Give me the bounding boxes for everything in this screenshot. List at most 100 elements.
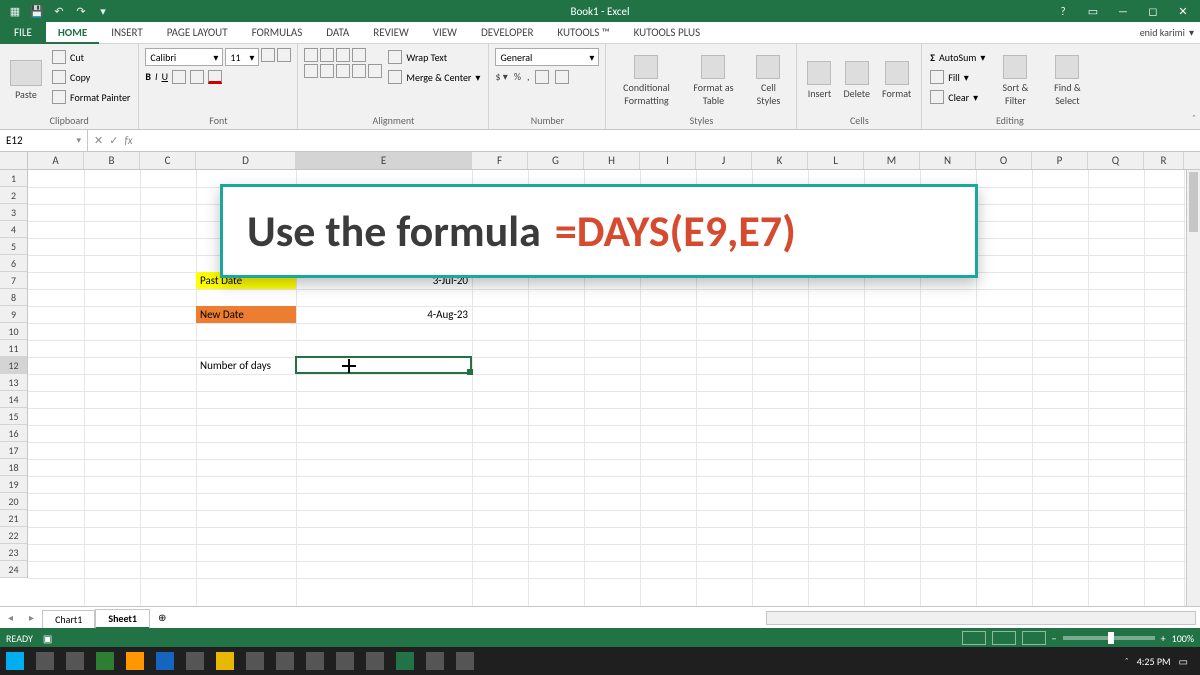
- new-sheet-icon[interactable]: ⊕: [150, 611, 174, 624]
- fx-icon[interactable]: fx: [124, 134, 132, 147]
- row-header-18[interactable]: 18: [0, 459, 27, 476]
- number-format-combo[interactable]: General▾: [495, 48, 599, 66]
- col-header-r[interactable]: R: [1144, 152, 1184, 169]
- autosum-button[interactable]: ΣAutoSum ▾: [928, 48, 987, 66]
- cancel-formula-icon[interactable]: ✕: [94, 134, 103, 147]
- col-header-b[interactable]: B: [84, 152, 140, 169]
- col-header-m[interactable]: M: [864, 152, 920, 169]
- format-painter-button[interactable]: Format Painter: [50, 88, 132, 106]
- taskbar-app-icon[interactable]: [426, 652, 444, 670]
- underline-button[interactable]: U: [162, 70, 168, 84]
- col-header-q[interactable]: Q: [1088, 152, 1144, 169]
- row-header-13[interactable]: 13: [0, 374, 27, 391]
- increase-indent-icon[interactable]: [368, 64, 382, 78]
- tab-kutools-plus[interactable]: KUTOOLS PLUS: [622, 22, 713, 44]
- row-header-7[interactable]: 7: [0, 272, 27, 289]
- sheet-nav-prev-icon[interactable]: ◂: [0, 611, 21, 624]
- align-center-icon[interactable]: [320, 64, 334, 78]
- row-header-9[interactable]: 9: [0, 306, 27, 323]
- taskbar-app-icon[interactable]: [366, 652, 384, 670]
- row-header-16[interactable]: 16: [0, 425, 27, 442]
- collapse-ribbon-icon[interactable]: ˆ: [1192, 112, 1196, 125]
- cell-d9[interactable]: New Date: [196, 306, 296, 323]
- ribbon-display-icon[interactable]: ▭: [1082, 5, 1104, 18]
- taskbar-app-icon[interactable]: [186, 652, 204, 670]
- shrink-font-icon[interactable]: [277, 48, 291, 62]
- align-left-icon[interactable]: [304, 64, 318, 78]
- row-header-20[interactable]: 20: [0, 493, 27, 510]
- col-header-k[interactable]: K: [752, 152, 808, 169]
- zoom-out-icon[interactable]: −: [1052, 632, 1057, 645]
- font-color-icon[interactable]: [208, 70, 222, 84]
- row-header-12[interactable]: 12: [0, 357, 27, 374]
- start-button-icon[interactable]: [6, 652, 24, 670]
- font-name-combo[interactable]: Calibri▾: [145, 48, 223, 66]
- file-explorer-icon[interactable]: [216, 652, 234, 670]
- taskbar-app-icon[interactable]: [456, 652, 474, 670]
- vertical-scrollbar[interactable]: [1186, 170, 1200, 606]
- italic-button[interactable]: I: [155, 70, 158, 84]
- row-header-22[interactable]: 22: [0, 527, 27, 544]
- col-header-i[interactable]: I: [640, 152, 696, 169]
- row-header-1[interactable]: 1: [0, 170, 27, 187]
- sheet-tab-chart1[interactable]: Chart1: [42, 610, 95, 628]
- increase-decimal-icon[interactable]: [535, 70, 549, 84]
- normal-view-icon[interactable]: [962, 631, 986, 645]
- row-header-23[interactable]: 23: [0, 544, 27, 561]
- row-header-21[interactable]: 21: [0, 510, 27, 527]
- col-header-p[interactable]: P: [1032, 152, 1088, 169]
- taskbar-app-icon[interactable]: [336, 652, 354, 670]
- fill-handle[interactable]: [467, 369, 473, 375]
- align-middle-icon[interactable]: [320, 48, 334, 62]
- close-icon[interactable]: ✕: [1172, 5, 1194, 18]
- font-size-combo[interactable]: 11▾: [225, 48, 259, 66]
- col-header-c[interactable]: C: [140, 152, 196, 169]
- row-header-6[interactable]: 6: [0, 255, 27, 272]
- accounting-button[interactable]: $ ▾: [495, 70, 507, 84]
- taskbar-app-icon[interactable]: [276, 652, 294, 670]
- row-header-15[interactable]: 15: [0, 408, 27, 425]
- sheet-tab-sheet1[interactable]: Sheet1: [95, 609, 150, 629]
- notifications-icon[interactable]: ▭: [1179, 655, 1188, 668]
- merge-center-button[interactable]: Merge & Center ▾: [386, 68, 482, 86]
- row-header-2[interactable]: 2: [0, 187, 27, 204]
- qat-more-icon[interactable]: ▾: [94, 3, 112, 19]
- zoom-slider[interactable]: [1063, 636, 1155, 640]
- select-all-corner[interactable]: [0, 152, 28, 169]
- fill-color-icon[interactable]: [190, 70, 204, 84]
- copy-button[interactable]: Copy: [50, 68, 132, 86]
- row-header-5[interactable]: 5: [0, 238, 27, 255]
- col-header-h[interactable]: H: [584, 152, 640, 169]
- page-break-view-icon[interactable]: [1022, 631, 1046, 645]
- maximize-icon[interactable]: ◻: [1142, 5, 1164, 18]
- save-icon[interactable]: 💾: [28, 3, 46, 19]
- help-icon[interactable]: ?: [1052, 5, 1074, 18]
- tab-file[interactable]: FILE: [0, 22, 46, 44]
- macro-record-icon[interactable]: ▣: [43, 632, 52, 645]
- col-header-d[interactable]: D: [196, 152, 296, 169]
- bold-button[interactable]: B: [145, 70, 151, 84]
- col-header-e[interactable]: E: [296, 152, 472, 169]
- zoom-thumb[interactable]: [1108, 632, 1114, 644]
- row-header-17[interactable]: 17: [0, 442, 27, 459]
- align-right-icon[interactable]: [336, 64, 350, 78]
- row-header-14[interactable]: 14: [0, 391, 27, 408]
- align-bottom-icon[interactable]: [336, 48, 350, 62]
- taskbar-app-icon[interactable]: [246, 652, 264, 670]
- tab-home[interactable]: HOME: [46, 22, 99, 44]
- account-name[interactable]: enid karimi ▾: [1140, 26, 1200, 39]
- row-header-4[interactable]: 4: [0, 221, 27, 238]
- taskbar-app-icon[interactable]: [126, 652, 144, 670]
- cell-e9[interactable]: 4-Aug-23: [296, 306, 472, 323]
- system-tray[interactable]: ˆ 4:25 PM ▭: [1125, 655, 1194, 668]
- paste-button[interactable]: Paste: [6, 48, 46, 113]
- tab-view[interactable]: VIEW: [421, 22, 469, 44]
- redo-icon[interactable]: ↷: [72, 3, 90, 19]
- fill-button[interactable]: Fill ▾: [928, 68, 987, 86]
- name-box[interactable]: E12▾: [0, 130, 88, 151]
- tab-review[interactable]: REVIEW: [361, 22, 421, 44]
- horizontal-scrollbar[interactable]: [766, 611, 1196, 625]
- col-header-a[interactable]: A: [28, 152, 84, 169]
- zoom-in-icon[interactable]: +: [1161, 632, 1166, 645]
- cut-button[interactable]: Cut: [50, 48, 132, 66]
